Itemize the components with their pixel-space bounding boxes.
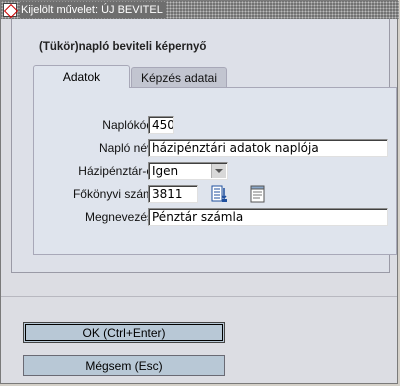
tab-adatok[interactable]: Adatok (33, 65, 130, 88)
hazipenztar-label: Házipénztár-e (78, 164, 153, 178)
lookup-list-icon[interactable] (210, 184, 230, 204)
naplo-nev-label: Napló név (98, 141, 153, 155)
window-title: Kijelölt művelet: ÚJ BEVITEL (20, 2, 166, 18)
cancel-button[interactable]: Mégsem (Esc) (23, 355, 225, 376)
tab-adatok-label: Adatok (62, 70, 101, 84)
fokonyvi-szam-label: Főkönyvi szám (72, 187, 153, 201)
fokonyvi-szam-field[interactable]: 3811 (148, 185, 198, 203)
cancel-button-label: Mégsem (Esc) (85, 358, 163, 373)
main-panel: (Tükör)napló beviteli képernyő Adatok Ké… (11, 19, 397, 273)
dropdown-arrow-icon[interactable] (211, 164, 226, 178)
megnevezes-field[interactable]: Pénztár számla (148, 208, 388, 226)
ok-button[interactable]: OK (Ctrl+Enter) (23, 322, 225, 343)
naplo-nev-field[interactable]: házipénztári adatok naplója (148, 139, 388, 157)
hazipenztar-select[interactable]: Igen (148, 162, 228, 180)
tab-kepzes-adatai-label: Képzés adatai (140, 70, 218, 85)
form-heading: (Tükör)napló beviteli képernyő (39, 41, 207, 53)
megnevezes-label: Megnevezés (84, 210, 153, 224)
title-bar[interactable]: Kijelölt művelet: ÚJ BEVITEL (1, 1, 399, 19)
separator (1, 296, 397, 297)
app-icon (3, 3, 17, 17)
dialog-window: Kijelölt művelet: ÚJ BEVITEL (Tükör)napl… (0, 0, 399, 384)
tab-panel-adatok: Naplókód 450 Napló név házipénztári adat… (33, 87, 397, 255)
naplokod-label: Naplókód (102, 118, 153, 132)
naplokod-field[interactable]: 450 (148, 116, 174, 134)
notepad-icon[interactable] (248, 184, 268, 204)
ok-button-label: OK (Ctrl+Enter) (82, 325, 166, 340)
hazipenztar-value: Igen (152, 164, 179, 178)
tab-kepzes-adatai[interactable]: Képzés adatai (131, 67, 227, 87)
